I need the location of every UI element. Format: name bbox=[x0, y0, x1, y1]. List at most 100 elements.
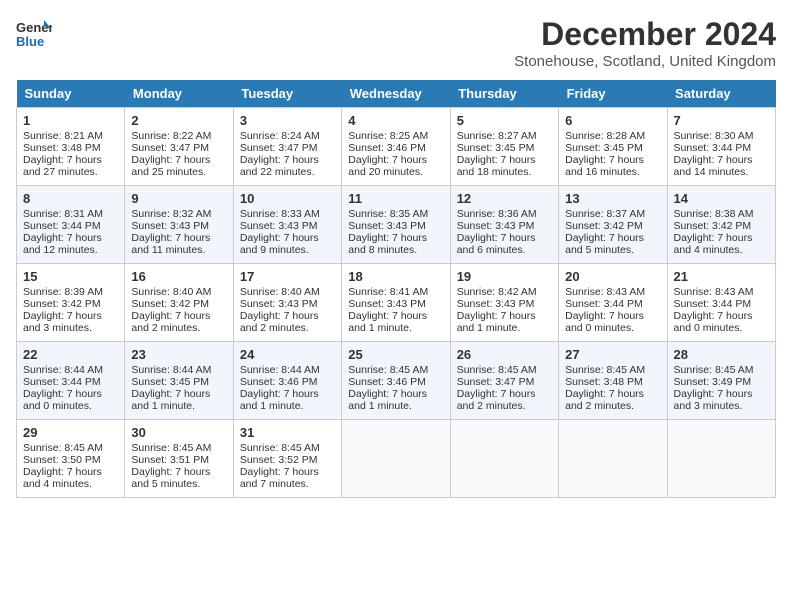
logo-icon: General Blue bbox=[16, 16, 52, 52]
calendar-cell: 21Sunrise: 8:43 AMSunset: 3:44 PMDayligh… bbox=[667, 264, 775, 342]
daylight-text: Daylight: 7 hours and 14 minutes. bbox=[674, 154, 753, 178]
week-row-5: 29Sunrise: 8:45 AMSunset: 3:50 PMDayligh… bbox=[17, 420, 776, 498]
calendar-cell: 28Sunrise: 8:45 AMSunset: 3:49 PMDayligh… bbox=[667, 342, 775, 420]
sunset-text: Sunset: 3:42 PM bbox=[23, 298, 101, 310]
day-number: 31 bbox=[240, 425, 335, 440]
day-number: 15 bbox=[23, 269, 118, 284]
day-number: 22 bbox=[23, 347, 118, 362]
sunset-text: Sunset: 3:44 PM bbox=[674, 142, 752, 154]
calendar-cell bbox=[667, 420, 775, 498]
daylight-text: Daylight: 7 hours and 16 minutes. bbox=[565, 154, 644, 178]
day-number: 11 bbox=[348, 191, 443, 206]
sunset-text: Sunset: 3:47 PM bbox=[457, 376, 535, 388]
sunrise-text: Sunrise: 8:45 AM bbox=[457, 364, 537, 376]
day-number: 19 bbox=[457, 269, 552, 284]
day-number: 5 bbox=[457, 113, 552, 128]
sunset-text: Sunset: 3:44 PM bbox=[23, 376, 101, 388]
calendar-cell: 27Sunrise: 8:45 AMSunset: 3:48 PMDayligh… bbox=[559, 342, 667, 420]
location-title: Stonehouse, Scotland, United Kingdom bbox=[514, 53, 776, 70]
calendar-cell: 1Sunrise: 8:21 AMSunset: 3:48 PMDaylight… bbox=[17, 108, 125, 186]
calendar-cell: 5Sunrise: 8:27 AMSunset: 3:45 PMDaylight… bbox=[450, 108, 558, 186]
sunrise-text: Sunrise: 8:41 AM bbox=[348, 286, 428, 298]
week-row-3: 15Sunrise: 8:39 AMSunset: 3:42 PMDayligh… bbox=[17, 264, 776, 342]
daylight-text: Daylight: 7 hours and 8 minutes. bbox=[348, 232, 427, 256]
day-number: 27 bbox=[565, 347, 660, 362]
sunset-text: Sunset: 3:48 PM bbox=[23, 142, 101, 154]
daylight-text: Daylight: 7 hours and 1 minute. bbox=[348, 310, 427, 334]
sunrise-text: Sunrise: 8:40 AM bbox=[131, 286, 211, 298]
day-number: 13 bbox=[565, 191, 660, 206]
sunrise-text: Sunrise: 8:45 AM bbox=[131, 442, 211, 454]
sunrise-text: Sunrise: 8:44 AM bbox=[131, 364, 211, 376]
daylight-text: Daylight: 7 hours and 0 minutes. bbox=[565, 310, 644, 334]
calendar-cell: 12Sunrise: 8:36 AMSunset: 3:43 PMDayligh… bbox=[450, 186, 558, 264]
day-number: 26 bbox=[457, 347, 552, 362]
day-number: 8 bbox=[23, 191, 118, 206]
calendar-cell: 26Sunrise: 8:45 AMSunset: 3:47 PMDayligh… bbox=[450, 342, 558, 420]
day-number: 29 bbox=[23, 425, 118, 440]
svg-text:General: General bbox=[16, 20, 52, 35]
calendar-cell: 20Sunrise: 8:43 AMSunset: 3:44 PMDayligh… bbox=[559, 264, 667, 342]
calendar-cell: 11Sunrise: 8:35 AMSunset: 3:43 PMDayligh… bbox=[342, 186, 450, 264]
header-monday: Monday bbox=[125, 80, 233, 108]
calendar-cell: 14Sunrise: 8:38 AMSunset: 3:42 PMDayligh… bbox=[667, 186, 775, 264]
daylight-text: Daylight: 7 hours and 3 minutes. bbox=[23, 310, 102, 334]
day-number: 9 bbox=[131, 191, 226, 206]
sunrise-text: Sunrise: 8:27 AM bbox=[457, 130, 537, 142]
title-block: December 2024 Stonehouse, Scotland, Unit… bbox=[514, 16, 776, 70]
calendar-cell: 30Sunrise: 8:45 AMSunset: 3:51 PMDayligh… bbox=[125, 420, 233, 498]
header-sunday: Sunday bbox=[17, 80, 125, 108]
daylight-text: Daylight: 7 hours and 25 minutes. bbox=[131, 154, 210, 178]
daylight-text: Daylight: 7 hours and 0 minutes. bbox=[674, 310, 753, 334]
sunset-text: Sunset: 3:51 PM bbox=[131, 454, 209, 466]
daylight-text: Daylight: 7 hours and 1 minute. bbox=[457, 310, 536, 334]
day-number: 3 bbox=[240, 113, 335, 128]
sunset-text: Sunset: 3:46 PM bbox=[240, 376, 318, 388]
header-thursday: Thursday bbox=[450, 80, 558, 108]
calendar-cell bbox=[450, 420, 558, 498]
calendar-cell: 23Sunrise: 8:44 AMSunset: 3:45 PMDayligh… bbox=[125, 342, 233, 420]
calendar-cell: 8Sunrise: 8:31 AMSunset: 3:44 PMDaylight… bbox=[17, 186, 125, 264]
calendar-cell: 3Sunrise: 8:24 AMSunset: 3:47 PMDaylight… bbox=[233, 108, 341, 186]
sunrise-text: Sunrise: 8:28 AM bbox=[565, 130, 645, 142]
day-number: 28 bbox=[674, 347, 769, 362]
sunrise-text: Sunrise: 8:45 AM bbox=[23, 442, 103, 454]
logo: General Blue bbox=[16, 16, 56, 52]
sunset-text: Sunset: 3:50 PM bbox=[23, 454, 101, 466]
day-number: 21 bbox=[674, 269, 769, 284]
week-row-2: 8Sunrise: 8:31 AMSunset: 3:44 PMDaylight… bbox=[17, 186, 776, 264]
day-number: 24 bbox=[240, 347, 335, 362]
day-number: 2 bbox=[131, 113, 226, 128]
calendar-cell: 25Sunrise: 8:45 AMSunset: 3:46 PMDayligh… bbox=[342, 342, 450, 420]
calendar-cell: 19Sunrise: 8:42 AMSunset: 3:43 PMDayligh… bbox=[450, 264, 558, 342]
sunset-text: Sunset: 3:43 PM bbox=[457, 298, 535, 310]
sunrise-text: Sunrise: 8:36 AM bbox=[457, 208, 537, 220]
calendar-table: SundayMondayTuesdayWednesdayThursdayFrid… bbox=[16, 80, 776, 498]
sunrise-text: Sunrise: 8:33 AM bbox=[240, 208, 320, 220]
day-number: 12 bbox=[457, 191, 552, 206]
calendar-cell: 6Sunrise: 8:28 AMSunset: 3:45 PMDaylight… bbox=[559, 108, 667, 186]
daylight-text: Daylight: 7 hours and 3 minutes. bbox=[674, 388, 753, 412]
sunset-text: Sunset: 3:46 PM bbox=[348, 142, 426, 154]
daylight-text: Daylight: 7 hours and 2 minutes. bbox=[240, 310, 319, 334]
day-number: 10 bbox=[240, 191, 335, 206]
daylight-text: Daylight: 7 hours and 4 minutes. bbox=[23, 466, 102, 490]
daylight-text: Daylight: 7 hours and 11 minutes. bbox=[131, 232, 210, 256]
daylight-text: Daylight: 7 hours and 9 minutes. bbox=[240, 232, 319, 256]
calendar-cell: 9Sunrise: 8:32 AMSunset: 3:43 PMDaylight… bbox=[125, 186, 233, 264]
sunset-text: Sunset: 3:44 PM bbox=[23, 220, 101, 232]
sunset-text: Sunset: 3:43 PM bbox=[348, 220, 426, 232]
sunrise-text: Sunrise: 8:32 AM bbox=[131, 208, 211, 220]
daylight-text: Daylight: 7 hours and 2 minutes. bbox=[565, 388, 644, 412]
sunset-text: Sunset: 3:42 PM bbox=[674, 220, 752, 232]
daylight-text: Daylight: 7 hours and 5 minutes. bbox=[565, 232, 644, 256]
sunrise-text: Sunrise: 8:43 AM bbox=[674, 286, 754, 298]
sunrise-text: Sunrise: 8:38 AM bbox=[674, 208, 754, 220]
header-row: SundayMondayTuesdayWednesdayThursdayFrid… bbox=[17, 80, 776, 108]
sunrise-text: Sunrise: 8:30 AM bbox=[674, 130, 754, 142]
sunset-text: Sunset: 3:44 PM bbox=[565, 298, 643, 310]
header-wednesday: Wednesday bbox=[342, 80, 450, 108]
header-saturday: Saturday bbox=[667, 80, 775, 108]
calendar-cell: 13Sunrise: 8:37 AMSunset: 3:42 PMDayligh… bbox=[559, 186, 667, 264]
calendar-cell bbox=[342, 420, 450, 498]
